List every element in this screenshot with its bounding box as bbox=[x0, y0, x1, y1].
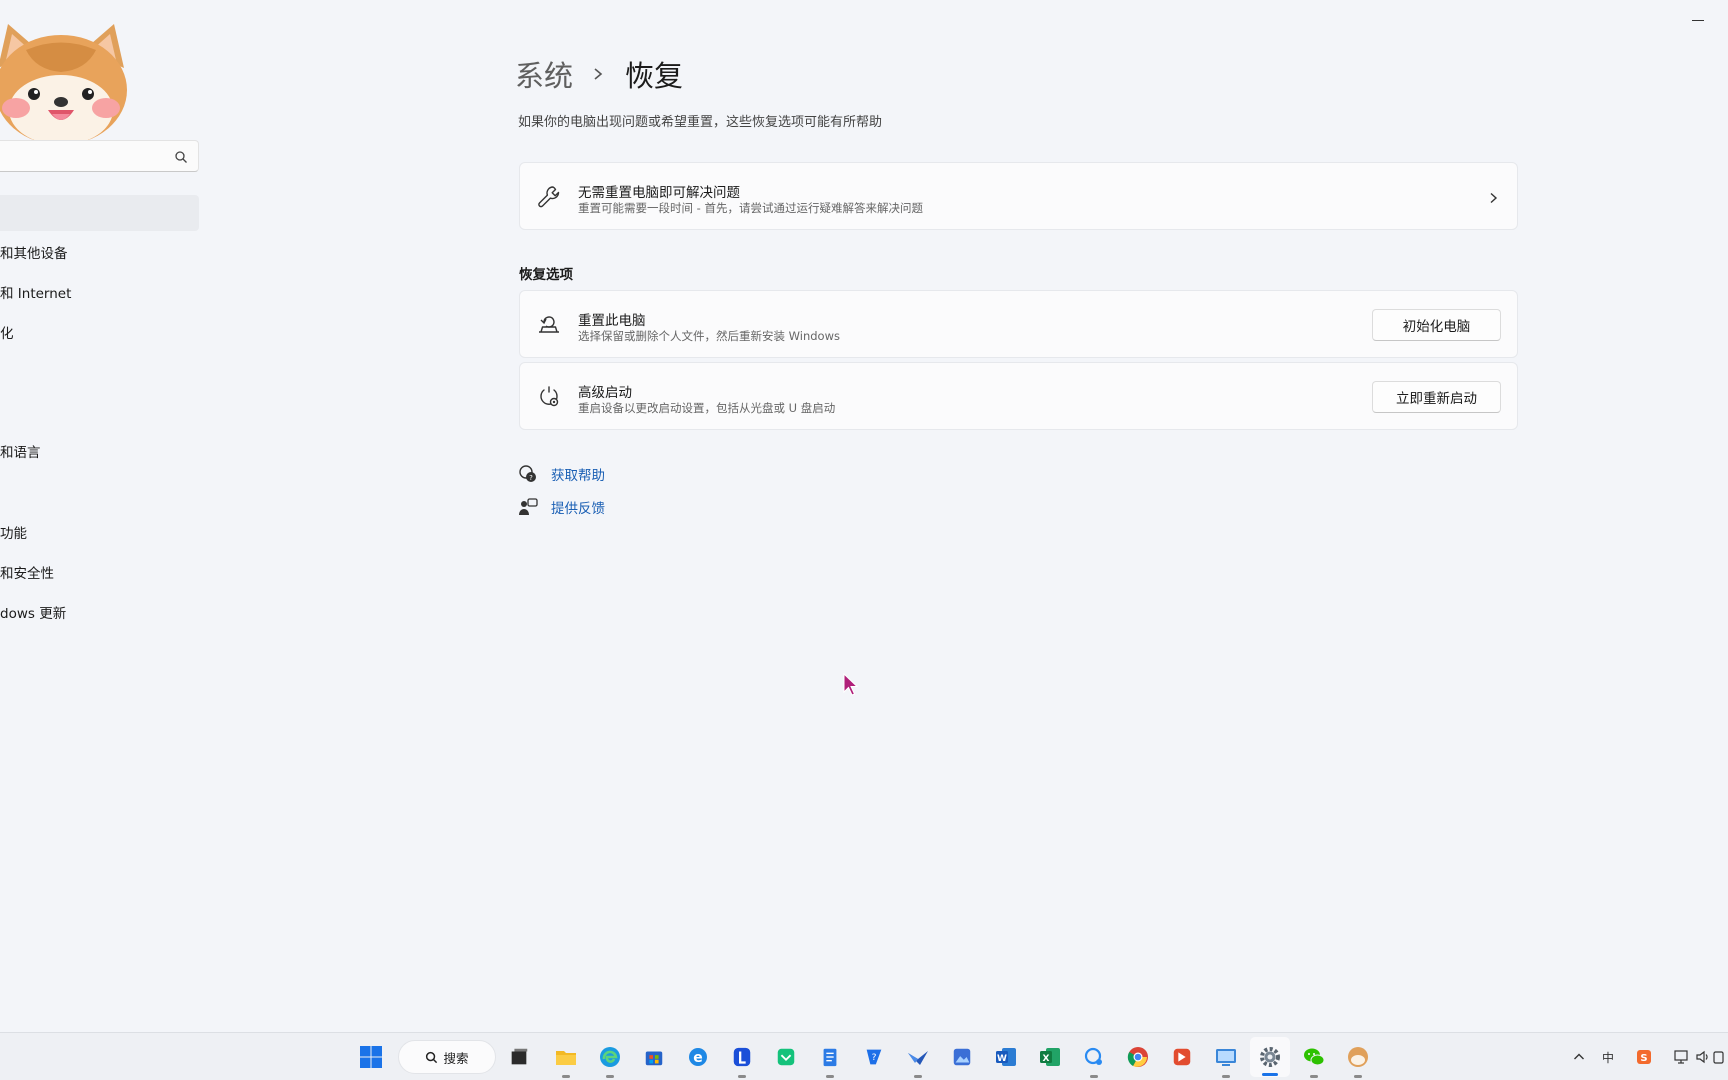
wechat-icon[interactable] bbox=[1299, 1042, 1329, 1078]
taskbar-search-label: 搜索 bbox=[443, 1050, 469, 1066]
avatar-app-icon[interactable] bbox=[1343, 1042, 1373, 1078]
svg-text:e: e bbox=[693, 1050, 703, 1066]
breadcrumb: 系统 恢复 bbox=[515, 52, 683, 96]
sidebar-item-network[interactable]: 和 Internet bbox=[0, 284, 71, 304]
reset-pc-button[interactable]: 初始化电脑 bbox=[1372, 309, 1501, 341]
get-help-link-row[interactable]: ? 获取帮助 bbox=[518, 464, 605, 484]
writing-app-icon[interactable]: ? bbox=[859, 1042, 889, 1072]
help-chat-icon: ? bbox=[518, 464, 538, 484]
microsoft-store-icon[interactable] bbox=[639, 1042, 669, 1072]
advanced-startup-description: 重启设备以更改启动设置，包括从光盘或 U 盘启动 bbox=[578, 401, 836, 415]
svg-text:S: S bbox=[1640, 1053, 1647, 1064]
sidebar-item-privacy[interactable]: 和安全性 bbox=[0, 564, 54, 584]
svg-text:?: ? bbox=[529, 474, 533, 482]
sidebar-item-windows-update[interactable]: dows 更新 bbox=[0, 604, 66, 624]
excel-icon[interactable]: X bbox=[1035, 1042, 1065, 1072]
chevron-right-icon bbox=[591, 67, 605, 81]
reset-pc-description: 选择保留或删除个人文件，然后重新安装 Windows bbox=[578, 329, 840, 343]
edge-browser-icon[interactable] bbox=[595, 1042, 625, 1078]
svg-text:W: W bbox=[997, 1054, 1007, 1064]
wrench-icon bbox=[536, 184, 562, 210]
windows-logo-icon bbox=[360, 1046, 382, 1068]
restart-now-button[interactable]: 立即重新启动 bbox=[1372, 381, 1501, 413]
network-icon[interactable] bbox=[1671, 1047, 1691, 1067]
red-app-icon[interactable] bbox=[1167, 1042, 1197, 1072]
lenovo-app-icon[interactable] bbox=[727, 1042, 757, 1078]
task-view-icon[interactable] bbox=[504, 1042, 534, 1072]
chat-bubble-app-icon[interactable] bbox=[1079, 1042, 1109, 1078]
remote-desktop-icon[interactable] bbox=[1211, 1042, 1241, 1078]
search-icon bbox=[426, 1051, 438, 1063]
settings-app-icon[interactable] bbox=[1250, 1037, 1290, 1077]
feedback-icon bbox=[518, 497, 538, 517]
get-help-link[interactable]: 获取帮助 bbox=[551, 464, 605, 484]
reset-pc-title: 重置此电脑 bbox=[578, 313, 646, 329]
word-icon[interactable]: W bbox=[991, 1042, 1021, 1072]
sogou-input-icon[interactable]: S bbox=[1634, 1047, 1654, 1067]
photos-app-icon[interactable] bbox=[947, 1042, 977, 1072]
breadcrumb-parent[interactable]: 系统 bbox=[515, 53, 573, 95]
reset-pc-card: 重置此电脑 选择保留或删除个人文件，然后重新安装 Windows 初始化电脑 bbox=[519, 290, 1518, 358]
feedback-link-row[interactable]: 提供反馈 bbox=[518, 497, 605, 517]
troubleshoot-card[interactable]: 无需重置电脑即可解决问题 重置可能需要一段时间 - 首先，请尝试通过运行疑难解答… bbox=[519, 162, 1518, 230]
mouse-cursor-icon bbox=[843, 673, 859, 696]
chrome-icon[interactable] bbox=[1123, 1042, 1153, 1072]
search-icon[interactable] bbox=[174, 149, 188, 163]
svg-text:X: X bbox=[1043, 1054, 1050, 1064]
advanced-startup-icon bbox=[536, 384, 562, 410]
notepad-icon[interactable] bbox=[815, 1042, 845, 1078]
advanced-startup-card: 高级启动 重启设备以更改启动设置，包括从光盘或 U 盘启动 立即重新启动 bbox=[519, 362, 1518, 430]
minimize-button[interactable] bbox=[1680, 8, 1716, 32]
recovery-options-heading: 恢复选项 bbox=[519, 267, 573, 283]
sidebar-item-devices[interactable]: 和其他设备 bbox=[0, 244, 68, 264]
page-title: 恢复 bbox=[625, 59, 684, 93]
page-subtitle: 如果你的电脑出现问题或希望重置，这些恢复选项可能有所帮助 bbox=[518, 115, 883, 130]
troubleshoot-description: 重置可能需要一段时间 - 首先，请尝试通过运行疑难解答来解决问题 bbox=[578, 201, 923, 215]
file-explorer-icon[interactable] bbox=[551, 1042, 581, 1078]
settings-search-input[interactable] bbox=[0, 141, 198, 171]
start-button[interactable] bbox=[356, 1042, 386, 1072]
mail-app-icon[interactable] bbox=[903, 1042, 933, 1078]
chevron-up-icon[interactable] bbox=[1569, 1047, 1589, 1067]
chevron-right-icon bbox=[1487, 189, 1499, 204]
reset-pc-icon bbox=[536, 312, 562, 338]
volume-icon[interactable] bbox=[1693, 1047, 1713, 1067]
sidebar-item-system[interactable] bbox=[0, 195, 199, 231]
battery-icon[interactable] bbox=[1712, 1047, 1726, 1067]
svg-text:?: ? bbox=[872, 1052, 877, 1063]
advanced-startup-title: 高级启动 bbox=[578, 385, 632, 401]
sidebar-item-accessibility[interactable]: 功能 bbox=[0, 524, 27, 544]
taskbar-search-button[interactable]: 搜索 bbox=[398, 1040, 496, 1074]
taskbar: 搜索 e ? W X 中 S bbox=[0, 1032, 1728, 1080]
troubleshoot-title: 无需重置电脑即可解决问题 bbox=[578, 185, 740, 201]
feedback-link[interactable]: 提供反馈 bbox=[551, 497, 605, 517]
ime-indicator[interactable]: 中 bbox=[1598, 1047, 1618, 1067]
sidebar-item-personalization[interactable]: 化 bbox=[0, 324, 14, 344]
internet-explorer-icon[interactable]: e bbox=[683, 1042, 713, 1072]
settings-search-box[interactable] bbox=[0, 140, 199, 172]
sidebar-item-language[interactable]: 和语言 bbox=[0, 443, 41, 463]
green-chat-app-icon[interactable] bbox=[771, 1042, 801, 1072]
avatar[interactable] bbox=[0, 10, 136, 145]
